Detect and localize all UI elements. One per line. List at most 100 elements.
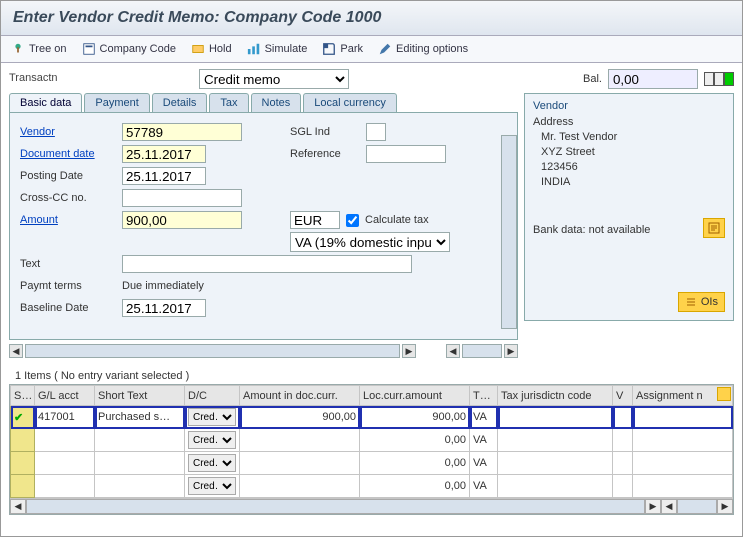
table-row[interactable]: Cred… 0,00VA: [11, 452, 733, 475]
cell-gl-acct[interactable]: [35, 475, 95, 498]
document-date-input[interactable]: [122, 145, 206, 163]
cell-gl-acct[interactable]: 417001: [35, 406, 95, 429]
cell-assignment[interactable]: [633, 452, 733, 475]
cell-tax-code[interactable]: VA: [470, 406, 498, 429]
cell-v[interactable]: [613, 429, 633, 452]
vendor-label[interactable]: Vendor: [20, 126, 116, 138]
cell-v[interactable]: [613, 452, 633, 475]
tax-code-select[interactable]: VA (19% domestic inpu…: [290, 232, 450, 252]
ois-button[interactable]: OIs: [678, 292, 725, 312]
col-tax-jur[interactable]: Tax jurisdictn code: [498, 386, 613, 406]
cell-tax-code[interactable]: VA: [470, 475, 498, 498]
simulate-button[interactable]: Simulate: [247, 42, 308, 56]
document-date-label[interactable]: Document date: [20, 148, 116, 160]
dc-select[interactable]: Cred…: [188, 477, 236, 495]
col-t[interactable]: T…: [470, 386, 498, 406]
grid-hscroll-track2[interactable]: [677, 499, 717, 514]
amount-input[interactable]: [122, 211, 242, 229]
tab-basic-data[interactable]: Basic data: [9, 93, 82, 112]
calculate-tax-checkbox[interactable]: [346, 214, 359, 227]
col-gl-acct[interactable]: G/L acct: [35, 386, 95, 406]
cell-dc[interactable]: Cred…: [185, 406, 240, 429]
cell-assignment[interactable]: [633, 406, 733, 429]
hscroll2-track[interactable]: [462, 344, 502, 358]
table-row[interactable]: ✔417001Purchased s…Cred…900,00900,00VA: [11, 406, 733, 429]
tab-payment[interactable]: Payment: [84, 93, 149, 112]
cell-short-text[interactable]: [95, 475, 185, 498]
tree-on-button[interactable]: Tree on: [11, 42, 67, 56]
cell-amount-doc[interactable]: [240, 475, 360, 498]
grid-hscroll-end-right[interactable]: ▶: [717, 499, 733, 514]
panel-scrollbar[interactable]: [501, 135, 517, 329]
hscroll-right[interactable]: ▶: [402, 344, 416, 358]
col-v[interactable]: V: [613, 386, 633, 406]
cell-tax-jur[interactable]: [498, 406, 613, 429]
cell-loc-amount[interactable]: 900,00: [360, 406, 470, 429]
cell-tax-jur[interactable]: [498, 475, 613, 498]
tab-tax[interactable]: Tax: [209, 93, 248, 112]
cell-short-text[interactable]: Purchased s…: [95, 406, 185, 429]
col-dc[interactable]: D/C: [185, 386, 240, 406]
vendor-input[interactable]: [122, 123, 242, 141]
hscroll-track[interactable]: [25, 344, 400, 358]
hscroll-left[interactable]: ◀: [9, 344, 23, 358]
col-amount-doc[interactable]: Amount in doc.curr.: [240, 386, 360, 406]
amount-label[interactable]: Amount: [20, 214, 116, 226]
cross-cc-input[interactable]: [122, 189, 242, 207]
cell-assignment[interactable]: [633, 429, 733, 452]
address-detail-button[interactable]: [703, 218, 725, 238]
cell-v[interactable]: [613, 406, 633, 429]
grid-hscroll-left[interactable]: ◀: [10, 499, 26, 514]
company-code-button[interactable]: Company Code: [82, 42, 176, 56]
cell-v[interactable]: [613, 475, 633, 498]
table-row[interactable]: Cred…0,00VA: [11, 429, 733, 452]
row-status[interactable]: [11, 475, 35, 498]
grid-hscroll-track[interactable]: [26, 499, 645, 514]
tab-local-currency[interactable]: Local currency: [303, 93, 397, 112]
reference-input[interactable]: [366, 145, 446, 163]
col-short-text[interactable]: Short Text: [95, 386, 185, 406]
grid-hscroll-end-left[interactable]: ◀: [661, 499, 677, 514]
cell-dc[interactable]: Cred…: [185, 429, 240, 452]
cell-loc-amount[interactable]: 0,00: [360, 452, 470, 475]
cell-gl-acct[interactable]: [35, 429, 95, 452]
cell-amount-doc[interactable]: 900,00: [240, 406, 360, 429]
col-status[interactable]: S…: [11, 386, 35, 406]
currency-input[interactable]: [290, 211, 340, 229]
col-loc-amount[interactable]: Loc.curr.amount: [360, 386, 470, 406]
hscroll2-right[interactable]: ▶: [504, 344, 518, 358]
grid-hscroll-right[interactable]: ▶: [645, 499, 661, 514]
cell-gl-acct[interactable]: [35, 452, 95, 475]
tab-details[interactable]: Details: [152, 93, 208, 112]
cell-loc-amount[interactable]: 0,00: [360, 475, 470, 498]
cell-tax-jur[interactable]: [498, 429, 613, 452]
row-status[interactable]: [11, 429, 35, 452]
cell-tax-jur[interactable]: [498, 452, 613, 475]
hold-button[interactable]: Hold: [191, 42, 232, 56]
sgl-ind-input[interactable]: [366, 123, 386, 141]
posting-date-input[interactable]: [122, 167, 206, 185]
cell-amount-doc[interactable]: [240, 452, 360, 475]
cell-dc[interactable]: Cred…: [185, 475, 240, 498]
row-status[interactable]: ✔: [11, 406, 35, 429]
cell-tax-code[interactable]: VA: [470, 452, 498, 475]
editing-options-button[interactable]: Editing options: [378, 42, 468, 56]
cell-assignment[interactable]: [633, 475, 733, 498]
tab-notes[interactable]: Notes: [251, 93, 302, 112]
dc-select[interactable]: Cred…: [188, 408, 236, 426]
cell-short-text[interactable]: [95, 429, 185, 452]
grid-config-button[interactable]: [717, 387, 731, 401]
baseline-date-input[interactable]: [122, 299, 206, 317]
table-row[interactable]: Cred… 0,00VA: [11, 475, 733, 498]
transactn-select[interactable]: Credit memo: [199, 69, 349, 89]
row-status[interactable]: [11, 452, 35, 475]
dc-select[interactable]: Cred…: [188, 431, 236, 449]
cell-short-text[interactable]: [95, 452, 185, 475]
gl-acct-input[interactable]: [38, 432, 91, 448]
text-input[interactable]: [122, 255, 412, 273]
hscroll2-left[interactable]: ◀: [446, 344, 460, 358]
cell-loc-amount[interactable]: 0,00: [360, 429, 470, 452]
dc-select[interactable]: Cred…: [188, 454, 236, 472]
cell-amount-doc[interactable]: [240, 429, 360, 452]
cell-dc[interactable]: Cred…: [185, 452, 240, 475]
